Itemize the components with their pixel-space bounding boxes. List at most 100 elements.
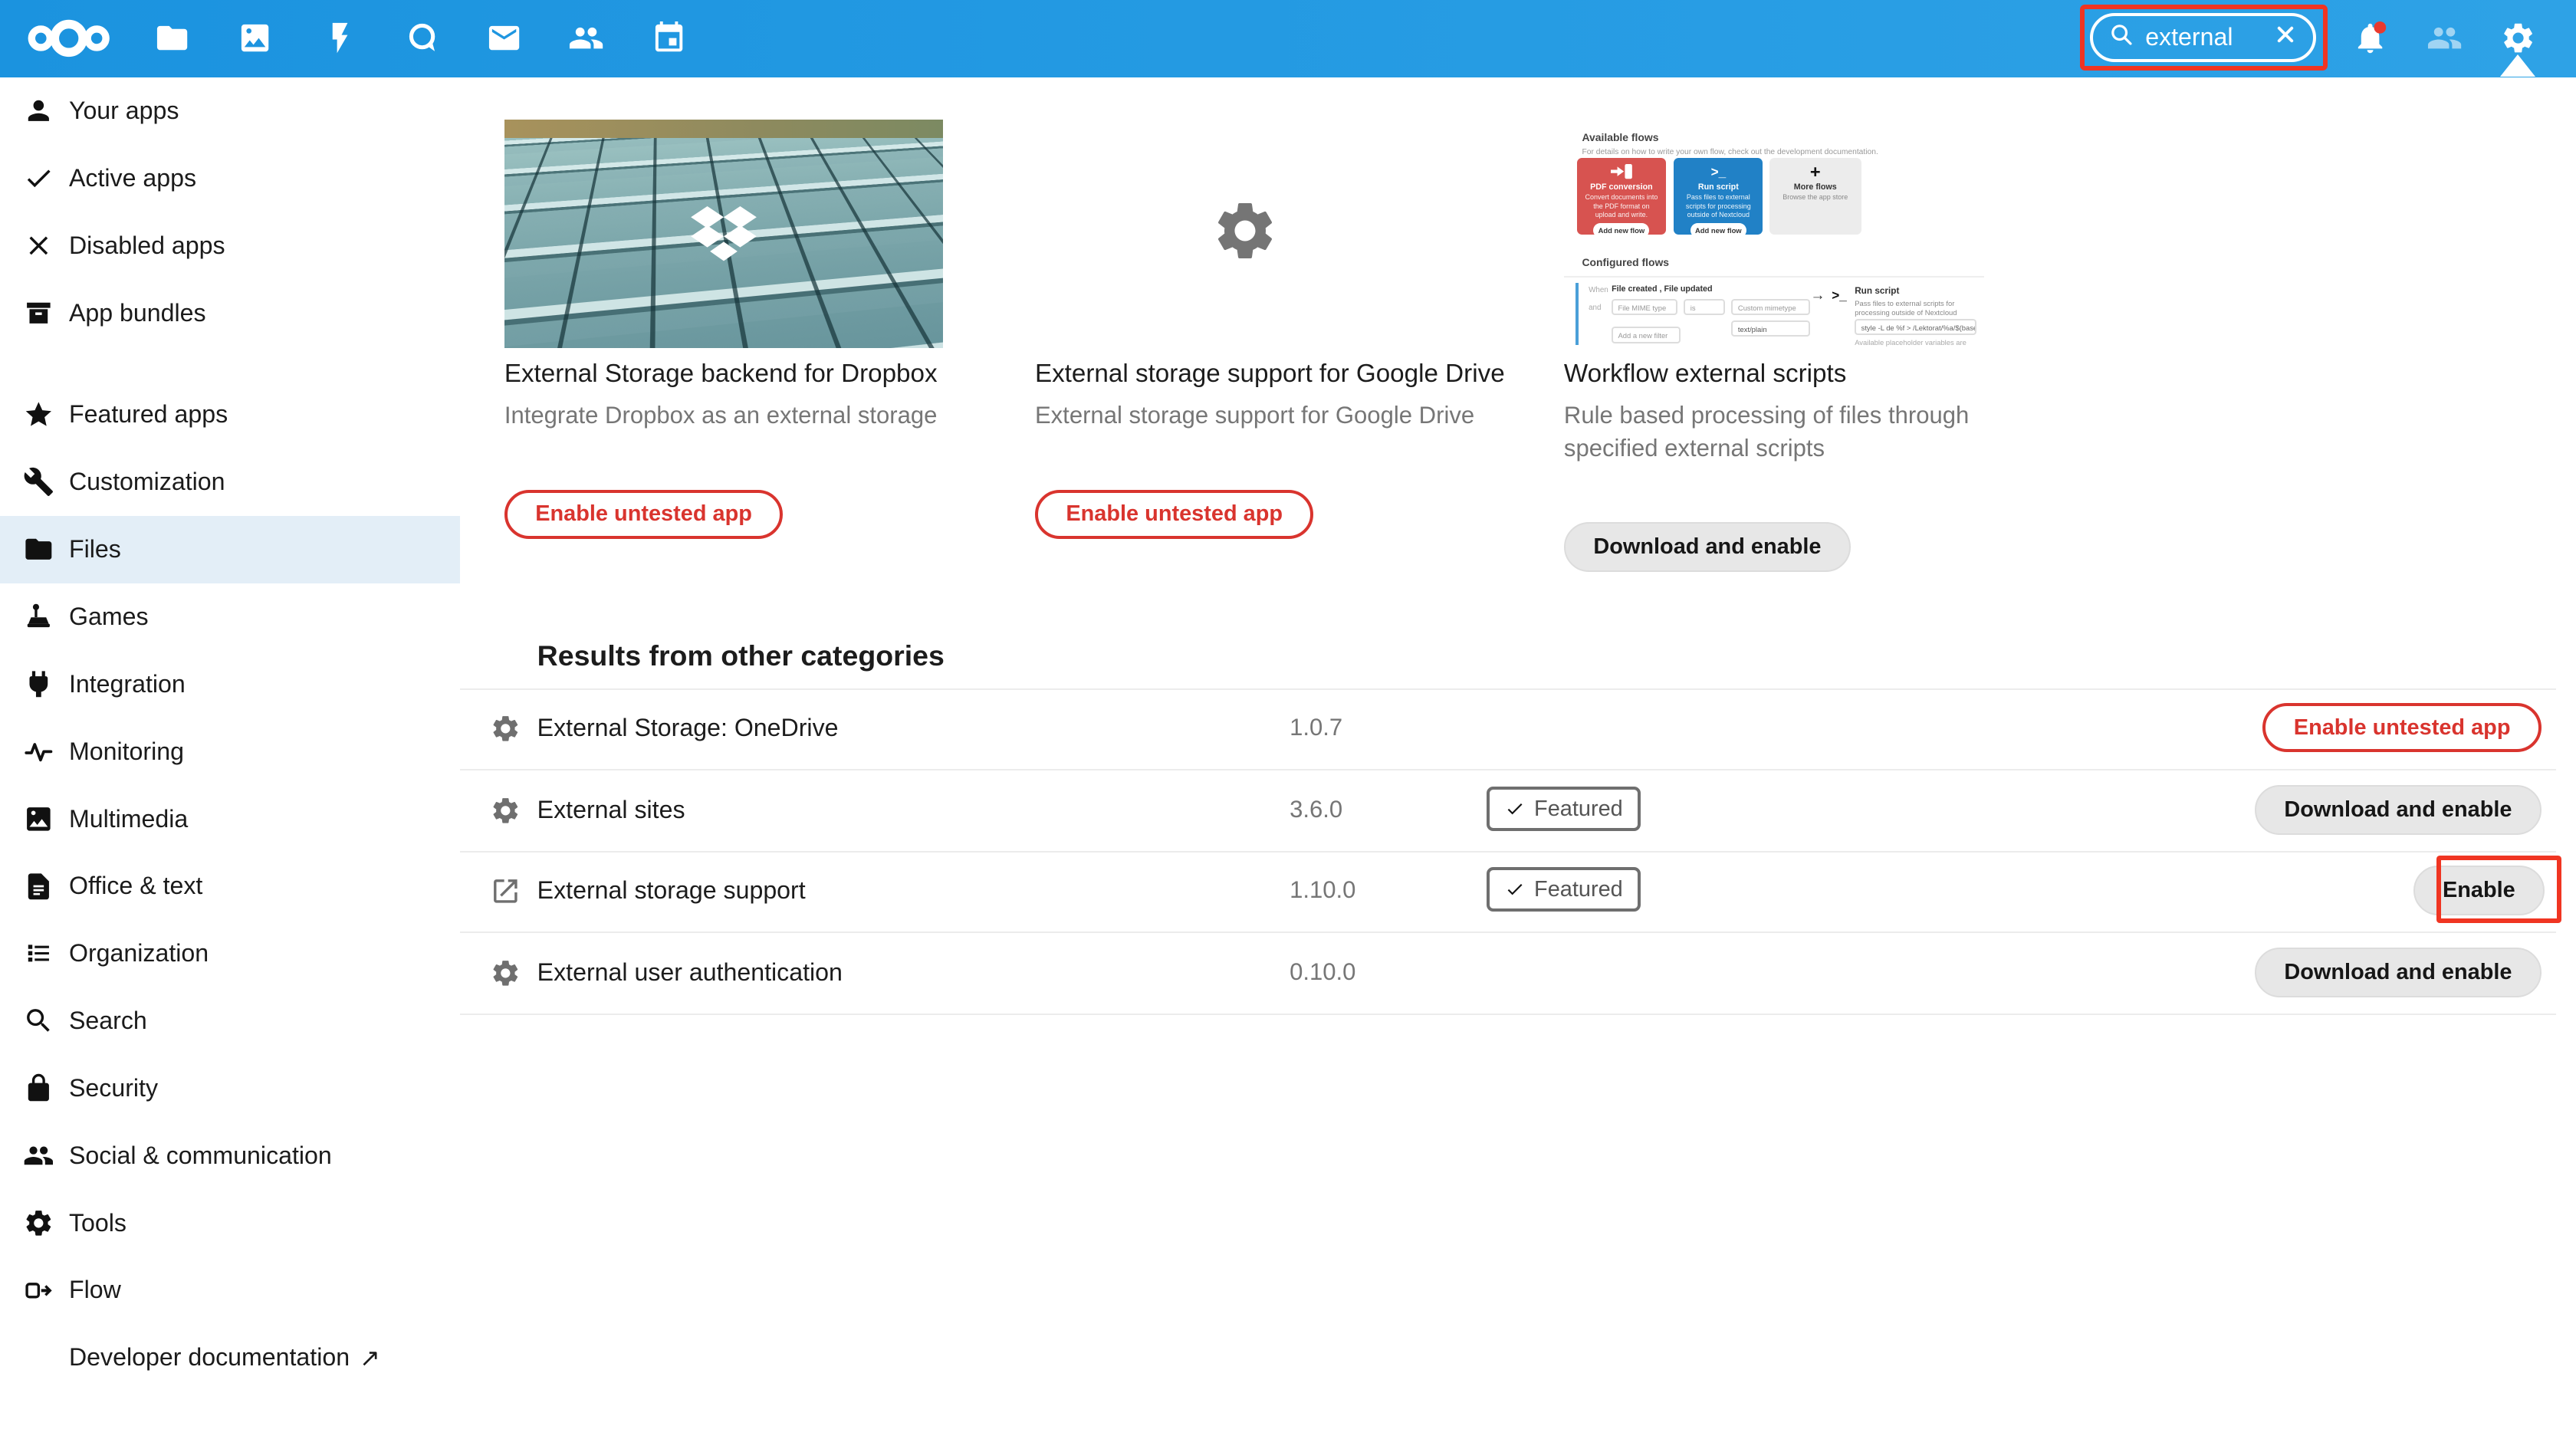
featured-badge: Featured: [1487, 867, 1641, 912]
settings-gear-icon[interactable]: [2500, 20, 2536, 56]
nextcloud-logo-icon[interactable]: [26, 16, 111, 67]
dropbox-photo-top-strip: [504, 120, 943, 138]
app-card-subtitle: External storage support for Google Driv…: [1035, 399, 1503, 432]
dropbox-logo-icon: [691, 205, 757, 271]
sidebar-item-label: Search: [69, 1007, 147, 1035]
annotation-enable-highlight: [2436, 856, 2561, 923]
person-icon: [23, 95, 54, 126]
sidebar-item-monitoring[interactable]: Monitoring: [0, 718, 460, 785]
enable-untested-app-button[interactable]: Enable untested app: [1035, 490, 1314, 539]
sidebar-item-app-bundles[interactable]: App bundles: [0, 279, 460, 347]
download-and-enable-button[interactable]: Download and enable: [2255, 785, 2542, 834]
lock-icon: [23, 1073, 54, 1104]
apps-category-sidebar: Your apps Active apps Disabled apps App …: [0, 77, 460, 1439]
sidebar-item-search[interactable]: Search: [0, 987, 460, 1055]
dropbox-app-screenshot: [504, 120, 943, 348]
gear-icon: [490, 958, 521, 989]
gear-icon: [490, 795, 521, 826]
list-icon: [23, 938, 54, 969]
activity-icon[interactable]: [322, 20, 358, 56]
wf-filter-input: text/plain: [1731, 320, 1810, 337]
enable-untested-app-button[interactable]: Enable untested app: [2262, 703, 2542, 752]
wrench-icon: [23, 466, 54, 498]
sidebar-item-social-communication[interactable]: Social & communication: [0, 1122, 460, 1189]
download-and-enable-button[interactable]: Download and enable: [1564, 522, 1851, 571]
developer-documentation-link[interactable]: Developer documentation ↗: [0, 1324, 460, 1391]
featured-badge: Featured: [1487, 787, 1641, 831]
sidebar-item-office-text[interactable]: Office & text: [0, 853, 460, 920]
wf-separator: [1564, 276, 1985, 278]
wf-available-flows-hint: For details on how to write your own flo…: [1582, 148, 1878, 156]
gear-icon: [1211, 196, 1280, 272]
row-separator: [460, 851, 2556, 853]
wf-when-label: When: [1589, 286, 1608, 294]
google-drive-app-placeholder: [1035, 120, 1456, 348]
sidebar-item-label: Integration: [69, 670, 186, 698]
wf-filter-input: is: [1684, 299, 1725, 315]
sidebar-item-files[interactable]: Files: [0, 516, 460, 583]
sidebar-item-security[interactable]: Security: [0, 1055, 460, 1122]
workflow-app-screenshot: Available flows For details on how to wr…: [1564, 120, 1985, 348]
sidebar-item-your-apps[interactable]: Your apps: [0, 77, 460, 145]
active-app-caret: [2500, 54, 2535, 77]
row-separator: [460, 688, 2556, 690]
sidebar-item-active-apps[interactable]: Active apps: [0, 145, 460, 212]
check-icon: [1505, 799, 1525, 819]
sidebar-item-organization[interactable]: Organization: [0, 920, 460, 987]
sidebar-item-multimedia[interactable]: Multimedia: [0, 785, 460, 853]
check-icon: [23, 163, 54, 194]
notifications-bell-icon[interactable]: [2352, 20, 2388, 56]
sidebar-item-tools[interactable]: Tools: [0, 1189, 460, 1257]
app-card-google-drive: External storage support for Google Driv…: [1035, 120, 1503, 538]
mail-icon[interactable]: [486, 20, 522, 56]
star-icon: [23, 399, 54, 431]
app-row-version: 1.10.0: [1290, 874, 1355, 907]
sidebar-item-label: Social & communication: [69, 1142, 332, 1170]
app-row-name: External storage support: [537, 874, 806, 907]
apps-search-results: External Storage backend for Dropbox Int…: [460, 77, 2576, 1439]
photos-icon[interactable]: [237, 20, 273, 56]
check-icon: [1505, 879, 1525, 899]
sidebar-item-flow[interactable]: Flow: [0, 1257, 460, 1324]
app-card-title: Workflow external scripts: [1564, 358, 1985, 391]
sidebar-item-label: Customization: [69, 468, 225, 496]
sidebar-item-featured-apps[interactable]: Featured apps: [0, 381, 460, 448]
sidebar-item-label: Files: [69, 535, 121, 563]
wf-flow-name: More flows: [1769, 182, 1861, 192]
sidebar-item-label: Active apps: [69, 164, 196, 192]
download-and-enable-button[interactable]: Download and enable: [2255, 948, 2542, 997]
sidebar-item-label: Tools: [69, 1209, 127, 1237]
app-card-workflow-scripts: Available flows For details on how to wr…: [1564, 120, 1985, 571]
developer-documentation-label: Developer documentation: [69, 1343, 350, 1372]
sidebar-item-disabled-apps[interactable]: Disabled apps: [0, 212, 460, 279]
wf-flow-name: PDF conversion: [1577, 182, 1666, 192]
wf-configured-flows-title: Configured flows: [1582, 256, 1669, 268]
image-icon: [23, 803, 54, 835]
files-icon[interactable]: [154, 20, 190, 56]
people-icon: [23, 1140, 54, 1171]
sidebar-item-label: Monitoring: [69, 738, 184, 766]
wf-terminal-icon: >_: [1674, 164, 1763, 180]
sidebar-item-label: Flow: [69, 1276, 121, 1304]
contacts-menu-icon[interactable]: [2426, 20, 2463, 56]
results-heading: Results from other categories: [537, 639, 945, 672]
app-card-title: External Storage backend for Dropbox: [504, 358, 943, 391]
annotation-search-highlight: [2080, 5, 2328, 71]
row-separator: [460, 1014, 2556, 1015]
sidebar-item-integration[interactable]: Integration: [0, 650, 460, 718]
joystick-icon: [23, 601, 54, 632]
sidebar-item-label: Office & text: [69, 872, 202, 900]
contacts-icon[interactable]: [568, 20, 604, 56]
sidebar-item-label: Games: [69, 603, 149, 631]
sidebar-item-label: Organization: [69, 939, 209, 968]
calendar-icon[interactable]: [651, 20, 687, 56]
enable-untested-app-button[interactable]: Enable untested app: [504, 490, 784, 539]
talk-icon[interactable]: [404, 20, 440, 56]
sidebar-item-games[interactable]: Games: [0, 583, 460, 651]
external-arrow-icon: ↗: [360, 1343, 380, 1372]
close-icon: [23, 230, 54, 261]
wf-arrow-icon: →: [1810, 287, 1825, 304]
row-separator: [460, 931, 2556, 933]
top-header-bar: external: [0, 0, 2576, 77]
sidebar-item-customization[interactable]: Customization: [0, 448, 460, 516]
